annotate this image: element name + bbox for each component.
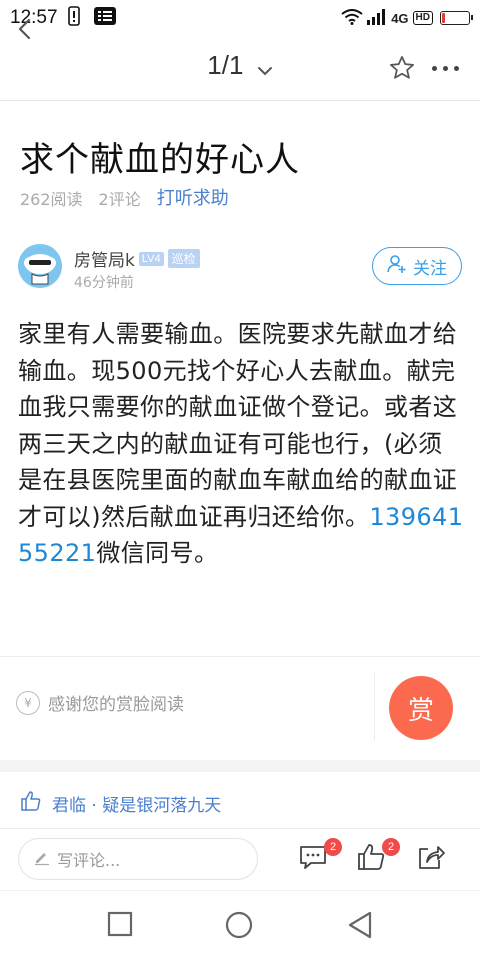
post-time: 46分钟前 bbox=[74, 275, 134, 291]
back-nav-icon[interactable] bbox=[347, 911, 373, 943]
wifi-icon bbox=[341, 8, 363, 28]
avatar[interactable] bbox=[18, 244, 62, 288]
recents-icon[interactable] bbox=[107, 911, 133, 941]
post-title: 求个献血的好心人 bbox=[20, 140, 300, 180]
likers-text[interactable]: 君临 · 疑是银河落九天 bbox=[52, 791, 221, 816]
follow-button[interactable]: 关注 bbox=[372, 247, 462, 285]
status-bar: 12:57 4G HD bbox=[0, 0, 480, 36]
back-icon[interactable] bbox=[12, 14, 40, 44]
alert-icon bbox=[67, 6, 80, 30]
section-gap bbox=[0, 760, 480, 772]
thanks-text: 感谢您的赏脸阅读 bbox=[48, 695, 184, 715]
author-name[interactable]: 房管局k bbox=[74, 246, 135, 271]
post-body-tail: 微信同号。 bbox=[96, 539, 219, 567]
chevron-down-icon bbox=[257, 52, 273, 83]
reward-button[interactable]: 赏 bbox=[389, 676, 453, 740]
divider bbox=[374, 672, 375, 740]
like-button[interactable]: 2 bbox=[356, 838, 400, 876]
pencil-icon bbox=[33, 848, 51, 870]
comment-input[interactable]: 写评论... bbox=[18, 838, 258, 880]
star-icon[interactable] bbox=[388, 54, 416, 82]
comment-icon bbox=[298, 846, 328, 876]
hd-badge: HD bbox=[412, 11, 433, 25]
page-indicator: 1/1 bbox=[207, 50, 244, 80]
comment-count[interactable]: 2评论 bbox=[99, 186, 141, 210]
comments-button[interactable]: 2 bbox=[298, 838, 342, 876]
share-icon bbox=[416, 846, 446, 876]
level-badge: LV4 bbox=[138, 251, 164, 266]
post-body-text: 家里有人需要输血。医院要求先献血才给输血。现500元找个好心人去献血。献完血我只… bbox=[18, 320, 458, 531]
yen-icon: ¥ bbox=[16, 690, 40, 715]
read-count: 262阅读 bbox=[20, 190, 83, 209]
thumbs-up-icon bbox=[20, 790, 42, 817]
network-type: 4G bbox=[391, 10, 409, 26]
divider bbox=[0, 656, 480, 657]
add-user-icon bbox=[387, 254, 407, 279]
comment-placeholder: 写评论... bbox=[57, 851, 121, 870]
ask-help-link[interactable]: 打听求助 bbox=[157, 184, 229, 210]
post-meta: 262阅读 2评论 打听求助 bbox=[20, 186, 229, 210]
post-body: 家里有人需要输血。医院要求先献血才给输血。现500元找个好心人去献血。献完血我只… bbox=[18, 316, 466, 572]
reward-thanks: ¥ 感谢您的赏脸阅读 bbox=[16, 690, 184, 715]
system-nav-bar bbox=[0, 890, 480, 960]
like-count-badge: 2 bbox=[382, 838, 400, 856]
likes-row[interactable]: 君临 · 疑是银河落九天 bbox=[20, 790, 221, 817]
comment-count-badge: 2 bbox=[324, 838, 342, 856]
follow-label: 关注 bbox=[413, 258, 447, 279]
role-badge: 巡检 bbox=[167, 249, 200, 268]
home-icon[interactable] bbox=[225, 911, 253, 943]
author-row: 房管局k LV4 巡检 46分钟前 关注 bbox=[18, 244, 462, 294]
back-button-area[interactable] bbox=[12, 54, 40, 84]
thumbs-up-icon bbox=[356, 844, 386, 876]
notification-list-icon bbox=[93, 7, 116, 29]
share-button[interactable] bbox=[416, 842, 450, 876]
more-icon[interactable] bbox=[432, 66, 459, 71]
divider bbox=[0, 828, 480, 829]
signal-icon bbox=[367, 8, 387, 28]
battery-icon bbox=[440, 11, 473, 25]
divider bbox=[0, 100, 480, 101]
